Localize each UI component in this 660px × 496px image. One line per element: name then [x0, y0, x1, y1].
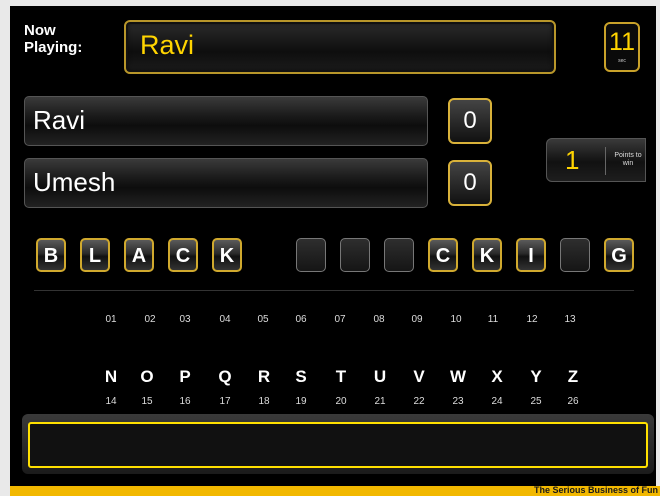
player-1-name: Ravi: [33, 105, 86, 135]
tile-number: 10: [450, 314, 462, 325]
letter-key-w[interactable]: W: [447, 366, 469, 388]
tile-number: 11: [487, 314, 499, 325]
timer: 11 sec: [604, 22, 640, 72]
board-tile: [296, 238, 326, 272]
player-2-score: 0: [448, 160, 492, 206]
player-2-name: Umesh: [33, 167, 116, 197]
letter-number: 20: [335, 396, 347, 407]
letter-key-y[interactable]: Y: [525, 366, 547, 388]
footer-bar: The Serious Business of Fun: [10, 485, 660, 496]
points-to-win-value: 1: [565, 145, 580, 175]
letter-key-o[interactable]: O: [136, 366, 158, 388]
letter-number: 17: [219, 396, 231, 407]
board-tile: A: [124, 238, 154, 272]
points-to-win-label: Points to win: [614, 152, 642, 167]
timer-unit: sec: [618, 58, 626, 64]
board-tile: [560, 238, 590, 272]
letter-number: 16: [179, 396, 191, 407]
letter-key-s[interactable]: S: [290, 366, 312, 388]
board-tile: G: [604, 238, 634, 272]
tile-number: 01: [105, 314, 117, 325]
letter-key-z[interactable]: Z: [562, 366, 584, 388]
board-tile: L: [80, 238, 110, 272]
board-tile: [340, 238, 370, 272]
letter-number: 19: [295, 396, 307, 407]
tile-number: 12: [526, 314, 538, 325]
letter-number: 22: [413, 396, 425, 407]
letter-key-r[interactable]: R: [253, 366, 275, 388]
divider: [34, 290, 634, 291]
board-tile: C: [168, 238, 198, 272]
letter-number: 18: [258, 396, 270, 407]
letter-key-p[interactable]: P: [174, 366, 196, 388]
board-tile: K: [472, 238, 502, 272]
divider: [605, 147, 606, 175]
now-playing-display: Ravi: [124, 20, 556, 74]
current-player-name: Ravi: [140, 30, 195, 60]
points-to-win: 1 Points to win: [546, 138, 646, 182]
player-1-bar: Ravi: [24, 96, 428, 146]
timer-value: 11: [609, 28, 635, 56]
board-tile: C: [428, 238, 458, 272]
answer-input-panel: [22, 414, 654, 474]
letter-key-q[interactable]: Q: [214, 366, 236, 388]
answer-input[interactable]: [28, 422, 648, 468]
letter-key-n[interactable]: N: [100, 366, 122, 388]
letter-key-u[interactable]: U: [369, 366, 391, 388]
tile-number: 02: [144, 314, 156, 325]
footer-tagline: The Serious Business of Fun: [533, 485, 658, 495]
now-playing-label: Now Playing:: [24, 22, 83, 56]
letter-number: 25: [530, 396, 542, 407]
letter-number: 26: [567, 396, 579, 407]
tile-number: 13: [564, 314, 576, 325]
letter-key-v[interactable]: V: [408, 366, 430, 388]
player-2-bar: Umesh: [24, 158, 428, 208]
letter-number: 15: [141, 396, 153, 407]
letter-number: 23: [452, 396, 464, 407]
letter-number: 21: [374, 396, 386, 407]
tile-number: 08: [373, 314, 385, 325]
letter-number: 14: [105, 396, 117, 407]
board-tile: I: [516, 238, 546, 272]
board-tile: K: [212, 238, 242, 272]
tile-number: 05: [257, 314, 269, 325]
letter-number: 24: [491, 396, 503, 407]
tile-number: 04: [219, 314, 231, 325]
player-1-score: 0: [448, 98, 492, 144]
tile-number: 03: [179, 314, 191, 325]
board-tile: B: [36, 238, 66, 272]
tile-number: 06: [295, 314, 307, 325]
board-tile: [384, 238, 414, 272]
tile-number: 09: [411, 314, 423, 325]
letter-key-t[interactable]: T: [330, 366, 352, 388]
letter-key-x[interactable]: X: [486, 366, 508, 388]
tile-number: 07: [334, 314, 346, 325]
